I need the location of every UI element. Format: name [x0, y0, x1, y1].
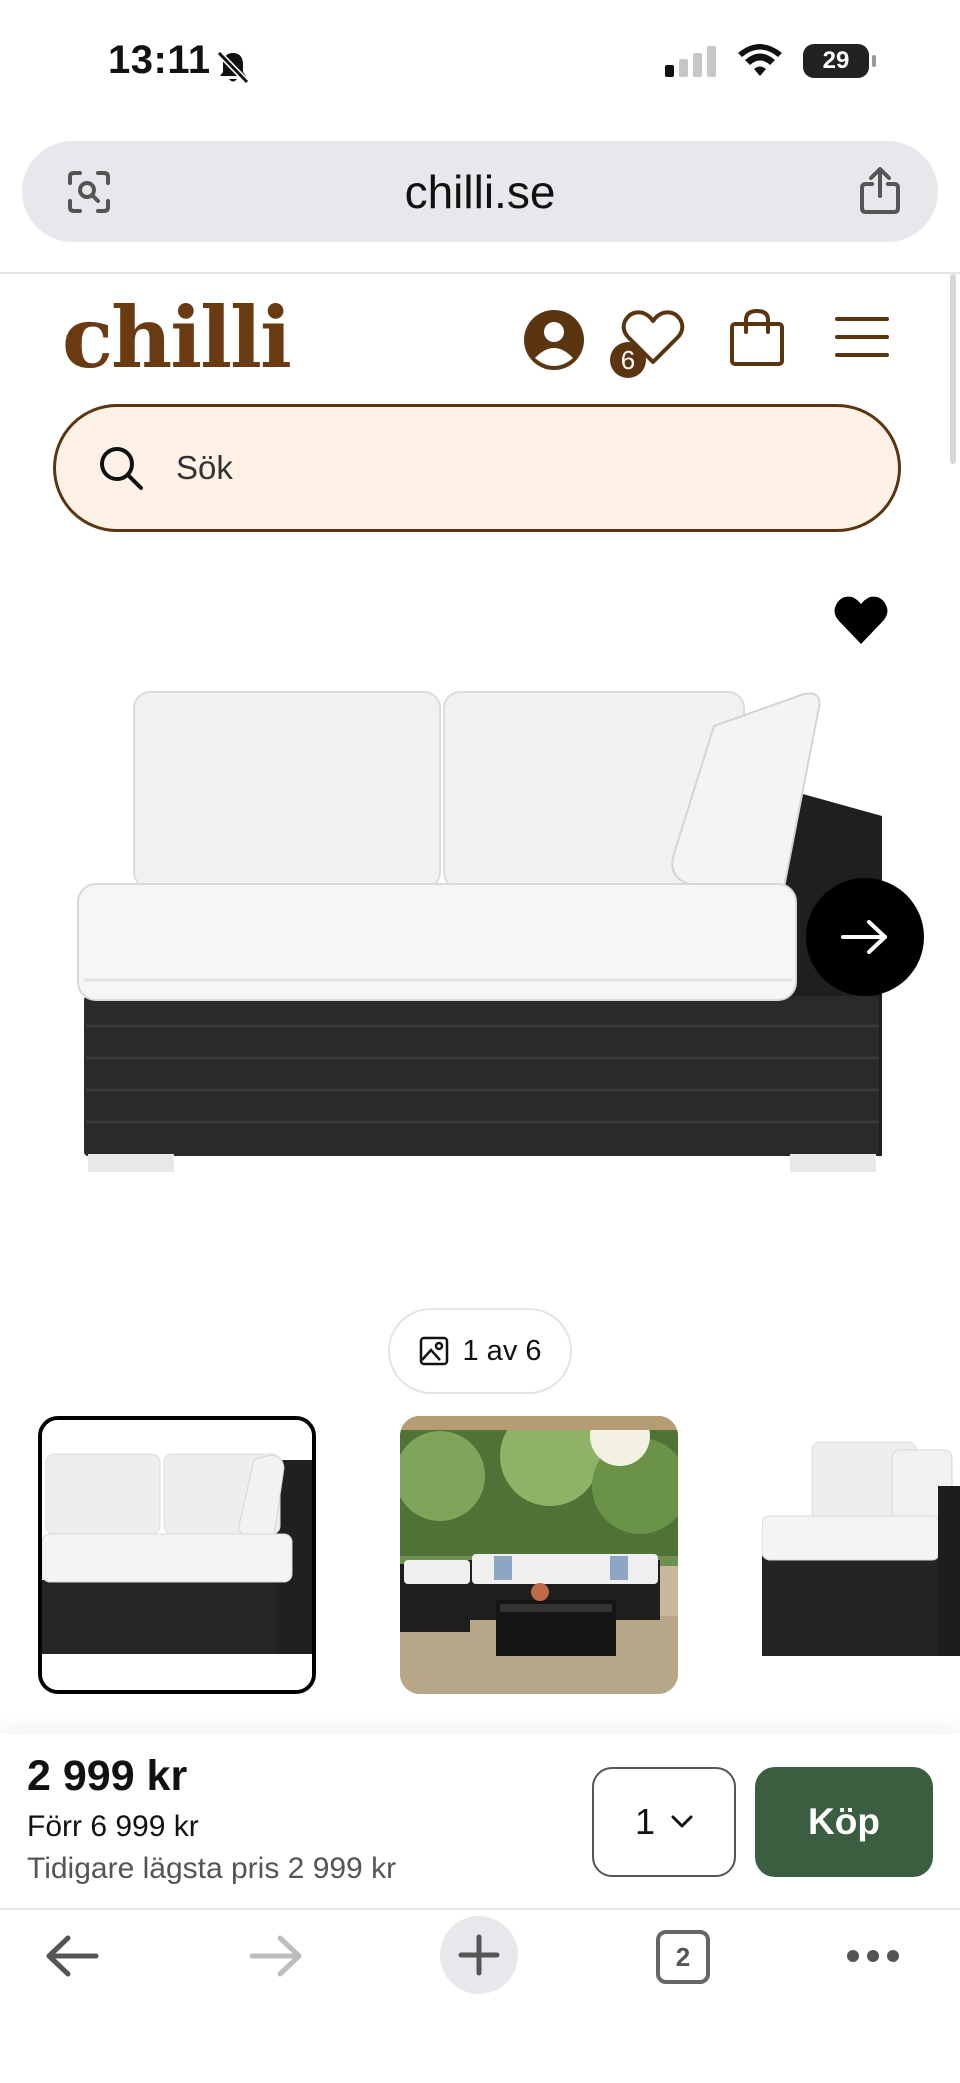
share-icon[interactable] — [858, 166, 902, 216]
menu-icon[interactable] — [834, 314, 890, 360]
buy-button[interactable]: Köp — [755, 1767, 933, 1877]
arrow-right-icon — [841, 920, 887, 954]
wishlist-count-badge: 6 — [610, 342, 646, 378]
page-scan-icon[interactable] — [66, 169, 112, 215]
search-icon — [100, 447, 143, 490]
search-box[interactable] — [53, 404, 901, 532]
status-indicators: 29 — [665, 44, 876, 78]
new-tab-button[interactable] — [440, 1916, 518, 1994]
url-text[interactable]: chilli.se — [405, 165, 556, 219]
forward-arrow-icon[interactable] — [248, 1934, 304, 1978]
quantity-select[interactable]: 1 — [592, 1767, 736, 1877]
image-counter: 1 av 6 — [388, 1308, 572, 1394]
browser-divider — [0, 272, 960, 274]
silent-bell-icon — [216, 50, 250, 85]
thumbnail-2[interactable] — [400, 1416, 678, 1694]
battery-indicator: 29 — [803, 44, 869, 78]
thumbnail-image-garden-lounge — [400, 1416, 678, 1694]
tabs-button[interactable]: 2 — [656, 1930, 710, 1984]
chevron-down-icon — [671, 1815, 693, 1828]
price: 2 999 kr — [27, 1752, 188, 1800]
image-counter-text: 1 av 6 — [462, 1334, 542, 1367]
product-image-corner-sofa[interactable] — [74, 686, 894, 1186]
thumbnail-image-sofa-angle — [762, 1416, 960, 1694]
thumbnail-3[interactable] — [762, 1416, 960, 1694]
page-scrollbar[interactable] — [950, 274, 956, 464]
plus-icon — [458, 1934, 500, 1976]
shopping-bag-icon[interactable] — [728, 308, 786, 368]
more-options-icon[interactable] — [846, 1946, 900, 1966]
tab-count: 2 — [675, 1941, 691, 1972]
lowest-price-note: Tidigare lägsta pris 2 999 kr — [27, 1852, 397, 1885]
thumbnail-image-sofa — [42, 1420, 312, 1690]
favorite-heart-icon[interactable] — [832, 594, 890, 646]
thumbnail-1[interactable] — [38, 1416, 316, 1694]
site-logo[interactable]: chilli — [62, 288, 292, 387]
account-icon[interactable] — [522, 308, 586, 372]
wifi-icon — [738, 44, 782, 76]
status-time: 13:11 — [108, 38, 211, 82]
back-arrow-icon[interactable] — [44, 1934, 100, 1978]
quantity-value: 1 — [634, 1801, 656, 1842]
cellular-signal-icon — [665, 46, 716, 77]
search-input[interactable] — [174, 448, 778, 488]
address-bar[interactable]: chilli.se — [22, 141, 938, 242]
previous-price: Förr 6 999 kr — [27, 1810, 199, 1843]
next-image-button[interactable] — [806, 878, 924, 996]
image-icon — [419, 1336, 448, 1366]
